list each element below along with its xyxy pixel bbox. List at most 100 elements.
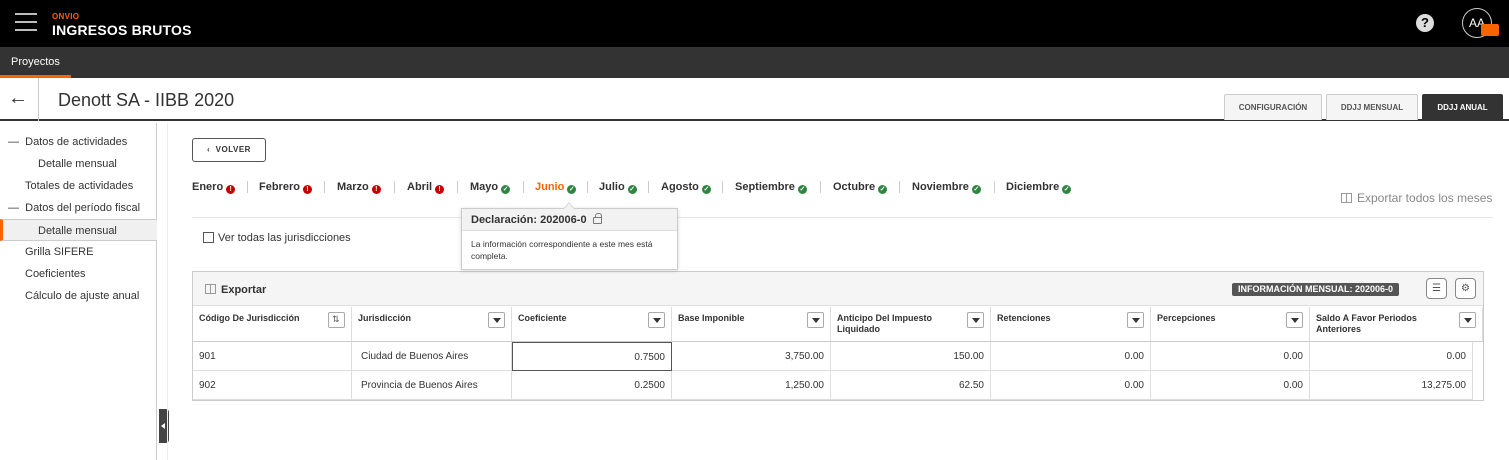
table-cell[interactable]: 0.2500 bbox=[512, 371, 672, 400]
error-status-icon: ! bbox=[302, 185, 312, 194]
month-agosto[interactable]: Agosto ✓ bbox=[661, 178, 711, 196]
table-cell[interactable]: 13,275.00 bbox=[1310, 371, 1473, 400]
table-cell[interactable]: 1,250.00 bbox=[672, 371, 831, 400]
table-cell[interactable]: 62.50 bbox=[831, 371, 991, 400]
month-label: Noviembre bbox=[912, 181, 969, 193]
divider bbox=[394, 181, 395, 193]
avatar-badge-icon bbox=[1481, 24, 1499, 36]
help-icon[interactable]: ? bbox=[1416, 14, 1434, 32]
table-cell[interactable]: 150.00 bbox=[831, 342, 991, 371]
column-header-saldo-a-favor[interactable]: Saldo A Favor Periodos Anteriores bbox=[1310, 307, 1483, 342]
sidebar: — Datos de actividades Detalle mensual T… bbox=[0, 123, 157, 460]
column-header-codigo[interactable]: Código De Jurisdicción bbox=[193, 307, 352, 342]
month-label: Febrero bbox=[259, 181, 300, 193]
month-junio[interactable]: Junio ✓ bbox=[535, 178, 577, 196]
checkbox-label: Ver todas las jurisdicciones bbox=[218, 232, 351, 244]
jurisdiction-grid: Exportar INFORMACIÓN MENSUAL: 202006-0 ☰… bbox=[192, 271, 1484, 401]
month-abril[interactable]: Abril! bbox=[407, 178, 445, 196]
chevron-down-icon[interactable] bbox=[1127, 312, 1144, 328]
month-julio[interactable]: Julio ✓ bbox=[599, 178, 637, 196]
sidebar-item-datos-periodo-fiscal[interactable]: — Datos del período fiscal bbox=[8, 197, 140, 219]
month-diciembre[interactable]: Diciembre ✓ bbox=[1006, 178, 1072, 196]
table-cell[interactable]: 901 bbox=[193, 342, 352, 371]
month-marzo[interactable]: Marzo! bbox=[337, 178, 381, 196]
sidebar-item-detalle-mensual-periodo[interactable]: Detalle mensual bbox=[0, 219, 157, 241]
chevron-down-icon[interactable] bbox=[488, 312, 505, 328]
month-label: Mayo bbox=[470, 181, 499, 193]
sort-icon[interactable] bbox=[328, 312, 345, 328]
chevron-left-icon: ‹ bbox=[207, 145, 211, 154]
month-octubre[interactable]: Octubre ✓ bbox=[833, 178, 888, 196]
month-label: Abril bbox=[407, 181, 433, 193]
lock-icon bbox=[592, 213, 602, 224]
chevron-down-icon[interactable] bbox=[1286, 312, 1303, 328]
checkbox[interactable] bbox=[203, 232, 214, 243]
divider bbox=[192, 217, 1493, 218]
excel-icon bbox=[1341, 193, 1352, 203]
month-label: Septiembre bbox=[735, 181, 795, 193]
table-cell[interactable]: 0.00 bbox=[1151, 342, 1310, 371]
table-cell[interactable]: Provincia de Buenos Aires bbox=[352, 371, 512, 400]
divider bbox=[38, 78, 39, 121]
popover-title: Declaración: 202006-0 bbox=[471, 214, 587, 226]
table-cell[interactable]: Ciudad de Buenos Aires bbox=[352, 342, 512, 371]
divider bbox=[247, 181, 248, 193]
table-cell[interactable]: 0.00 bbox=[991, 371, 1151, 400]
export-all-months-link[interactable]: Exportar todos los meses bbox=[1341, 191, 1492, 205]
table-cell[interactable]: 0.00 bbox=[1310, 342, 1473, 371]
table-cell-selected[interactable]: 0.7500 bbox=[512, 342, 672, 371]
tab-proyectos[interactable]: Proyectos bbox=[0, 47, 71, 78]
month-noviembre[interactable]: Noviembre ✓ bbox=[912, 178, 981, 196]
app-title: INGRESOS BRUTOS bbox=[52, 22, 192, 38]
ver-todas-jurisdicciones[interactable]: Ver todas las jurisdicciones bbox=[203, 232, 351, 244]
sidebar-item-totales-actividades[interactable]: Totales de actividades bbox=[25, 175, 133, 197]
check-status-icon: ✓ bbox=[971, 185, 981, 194]
month-septiembre[interactable]: Septiembre ✓ bbox=[735, 178, 807, 196]
table-cell[interactable]: 0.00 bbox=[1151, 371, 1310, 400]
chevron-down-icon[interactable] bbox=[648, 312, 665, 328]
column-header-jurisdiccion[interactable]: Jurisdicción bbox=[352, 307, 512, 342]
month-label: Agosto bbox=[661, 181, 699, 193]
table-cell[interactable]: 902 bbox=[193, 371, 352, 400]
sidebar-item-calculo-ajuste-anual[interactable]: Cálculo de ajuste anual bbox=[25, 285, 139, 307]
grid-toolbar: Exportar INFORMACIÓN MENSUAL: 202006-0 ☰… bbox=[193, 272, 1483, 306]
popover-body: La información correspondiente a este me… bbox=[471, 239, 653, 261]
tab-ddjj-mensual[interactable]: DDJJ MENSUAL bbox=[1326, 94, 1418, 120]
column-header-percepciones[interactable]: Percepciones bbox=[1151, 307, 1310, 342]
divider bbox=[587, 181, 588, 193]
column-header-base-imponible[interactable]: Base Imponible bbox=[672, 307, 831, 342]
column-header-coeficiente[interactable]: Coeficiente bbox=[512, 307, 672, 342]
filter-lines-icon[interactable]: ☰ bbox=[1426, 278, 1447, 299]
sidebar-item-detalle-mensual-actividades[interactable]: Detalle mensual bbox=[38, 153, 117, 175]
month-label: Marzo bbox=[337, 181, 369, 193]
month-label: Junio bbox=[535, 181, 565, 193]
chevron-down-icon[interactable] bbox=[1459, 312, 1476, 328]
column-header-retenciones[interactable]: Retenciones bbox=[991, 307, 1151, 342]
export-label: Exportar bbox=[221, 284, 267, 296]
tab-ddjj-anual[interactable]: DDJJ ANUAL bbox=[1422, 94, 1503, 120]
error-status-icon: ! bbox=[226, 185, 236, 194]
gear-icon[interactable]: ⚙ bbox=[1455, 278, 1476, 299]
sidebar-item-datos-actividades[interactable]: — Datos de actividades bbox=[8, 131, 127, 153]
back-arrow-icon[interactable]: ← bbox=[8, 86, 30, 110]
column-header-anticipo[interactable]: Anticipo Del Impuesto Liquidado bbox=[831, 307, 991, 342]
sidebar-item-coeficientes[interactable]: Coeficientes bbox=[25, 263, 86, 285]
month-febrero[interactable]: Febrero! bbox=[259, 178, 312, 196]
column-header-label: Percepciones bbox=[1157, 313, 1216, 323]
check-status-icon: ✓ bbox=[878, 185, 888, 194]
check-status-icon: ✓ bbox=[1062, 185, 1072, 194]
menu-icon[interactable] bbox=[15, 13, 37, 31]
grid-export-button[interactable]: Exportar bbox=[205, 284, 266, 296]
table-cell[interactable]: 0.00 bbox=[991, 342, 1151, 371]
chevron-down-icon[interactable] bbox=[807, 312, 824, 328]
chevron-down-icon[interactable] bbox=[967, 312, 984, 328]
month-enero[interactable]: Enero! bbox=[192, 178, 236, 196]
volver-button[interactable]: ‹ VOLVER bbox=[192, 138, 266, 162]
sidebar-item-grilla-sifere[interactable]: Grilla SIFERE bbox=[25, 241, 93, 263]
table-cell[interactable]: 3,750.00 bbox=[672, 342, 831, 371]
month-mayo[interactable]: Mayo ✓ bbox=[470, 178, 511, 196]
month-label: Enero bbox=[192, 181, 224, 193]
page-title: Denott SA - IIBB 2020 bbox=[58, 90, 235, 110]
tab-configuracion[interactable]: CONFIGURACIÓN bbox=[1224, 94, 1322, 120]
column-header-label: Retenciones bbox=[997, 313, 1051, 323]
